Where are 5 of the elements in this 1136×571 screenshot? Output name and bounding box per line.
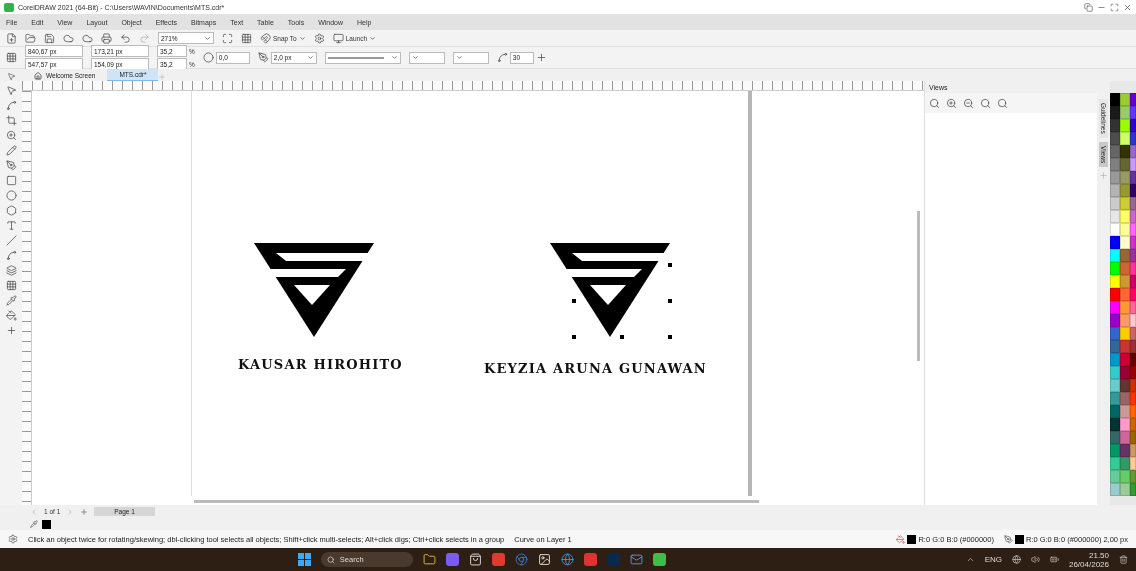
- clock-time[interactable]: 21.50: [1089, 550, 1109, 560]
- clock-date[interactable]: 26/04/2026: [1068, 559, 1109, 569]
- language-indicator[interactable]: ENG: [984, 555, 1002, 564]
- name-text: KAUSAR HIROHITO: [238, 357, 403, 372]
- name-text: KEYZIA ARUNA GUNAWAN: [484, 361, 707, 376]
